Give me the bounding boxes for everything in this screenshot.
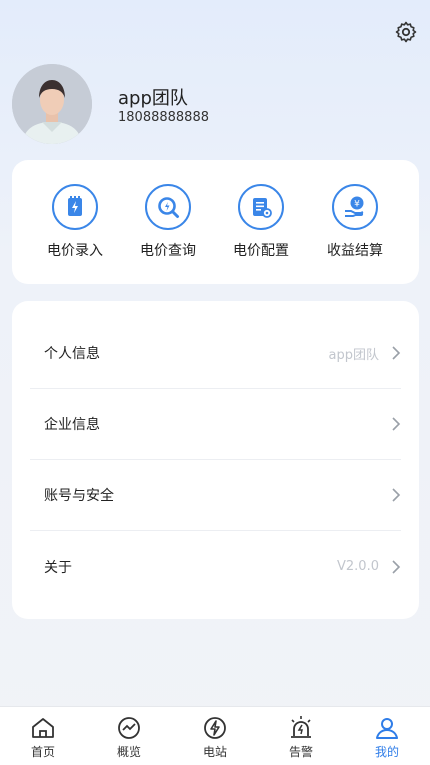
tab-label: 我的	[374, 745, 399, 759]
revenue-settlement-icon: ¥	[332, 184, 378, 230]
chevron-right-icon	[392, 488, 401, 502]
menu-item-personal-info[interactable]: 个人信息 app团队	[30, 318, 401, 389]
alarm-icon	[291, 716, 311, 738]
price-entry-icon	[52, 184, 98, 230]
price-config-button[interactable]: 电价配置	[216, 184, 306, 260]
overview-icon	[118, 717, 140, 739]
avatar[interactable]	[12, 64, 92, 144]
home-icon	[32, 718, 54, 738]
menu-item-company-info[interactable]: 企业信息	[30, 389, 401, 460]
chevron-right-icon	[392, 417, 401, 431]
chevron-right-icon	[392, 346, 401, 360]
tab-mine[interactable]: 我的	[357, 715, 417, 760]
version-text: V2.0.0	[337, 559, 379, 574]
tab-label: 概览	[116, 745, 141, 759]
tab-label: 告警	[288, 745, 313, 759]
user-icon	[376, 718, 398, 739]
settings-menu-card: 个人信息 app团队 企业信息 账号与安全 关于 V2.0.0	[12, 301, 419, 619]
quick-action-label: 收益结算	[327, 243, 383, 259]
power-station-icon	[204, 717, 226, 739]
quick-actions-card: 电价录入 电价查询 电价配置 ¥ 收益结算	[12, 160, 419, 284]
menu-item-account-security[interactable]: 账号与安全	[30, 460, 401, 531]
quick-action-label: 电价录入	[47, 243, 103, 259]
tab-power-station[interactable]: 电站	[185, 715, 245, 760]
revenue-settlement-button[interactable]: ¥ 收益结算	[310, 184, 400, 260]
menu-item-label: 企业信息	[44, 417, 100, 433]
price-config-icon	[238, 184, 284, 230]
tab-alarm[interactable]: 告警	[271, 715, 331, 760]
tab-label: 电站	[202, 745, 227, 759]
menu-item-label: 个人信息	[44, 346, 100, 362]
quick-action-label: 电价查询	[140, 243, 196, 259]
user-name: app团队	[118, 88, 188, 109]
user-phone: 18088888888	[118, 110, 209, 125]
price-entry-button[interactable]: 电价录入	[30, 184, 120, 260]
quick-action-label: 电价配置	[233, 243, 289, 259]
gear-icon	[395, 21, 417, 43]
tab-label: 首页	[30, 745, 55, 759]
price-query-button[interactable]: 电价查询	[123, 184, 213, 260]
bottom-tab-bar: 首页 概览 电站 告警 我的	[0, 706, 430, 765]
chevron-right-icon	[392, 559, 401, 574]
tab-overview[interactable]: 概览	[99, 715, 159, 760]
price-query-icon	[145, 184, 191, 230]
settings-button[interactable]	[394, 20, 418, 44]
menu-item-label: 关于	[44, 559, 72, 576]
menu-item-value: app团队	[328, 347, 379, 363]
menu-item-label: 账号与安全	[44, 488, 114, 504]
tab-home[interactable]: 首页	[13, 715, 73, 760]
svg-text:¥: ¥	[354, 200, 360, 210]
menu-item-about[interactable]: 关于 V2.0.0	[30, 531, 401, 602]
